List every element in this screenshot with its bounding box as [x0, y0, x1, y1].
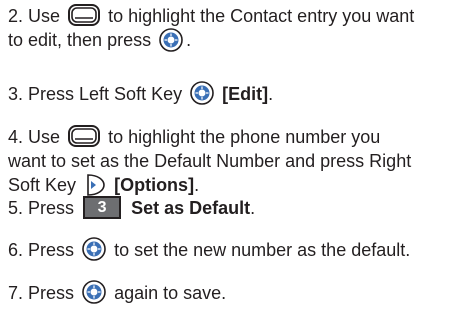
step-4: 4. Use to highlight the phone number you…	[8, 125, 447, 199]
navigation-key-icon	[68, 4, 101, 27]
step-3-text-2: .	[268, 84, 274, 104]
step-4-text-5: .	[194, 175, 200, 196]
number-3-key-icon: 3	[83, 195, 122, 219]
step-5-text-1: 5. Press	[8, 198, 75, 218]
step-4-text-2: to highlight the phone number you	[108, 127, 381, 147]
step-4-text-4: Soft Key	[8, 175, 77, 196]
ok-key-icon	[82, 280, 106, 305]
step-7-text-1: 7. Press	[8, 283, 75, 303]
ok-key-icon	[190, 81, 214, 106]
step-5: 5. Press 3 Set as Default.	[8, 195, 447, 221]
step-5-set-default-label: Set as Default	[131, 198, 251, 218]
navigation-key-icon	[68, 125, 101, 148]
step-5-text-2: .	[250, 198, 256, 218]
step-4-text-3: want to set as the Default Number and pr…	[8, 151, 412, 172]
step-6-text-1: 6. Press	[8, 240, 75, 260]
step-4-text-1: 4. Use	[8, 127, 61, 147]
step-2-text-3: to edit, then press	[8, 30, 152, 51]
step-4-options-label: [Options]	[114, 175, 195, 196]
step-7: 7. Press again to save.	[8, 280, 447, 306]
step-6-text-2: to set the new number as the default.	[114, 240, 411, 260]
step-6: 6. Press to set the new number as the de…	[8, 237, 447, 263]
step-2: 2. Use to highlight the Contact entry yo…	[8, 4, 447, 54]
step-2-text-1: 2. Use	[8, 6, 61, 26]
step-3: 3. Press Left Soft Key [Edit].	[8, 81, 447, 107]
manual-page: 2. Use to highlight the Contact entry yo…	[0, 0, 453, 334]
step-3-text-1: 3. Press Left Soft Key	[8, 84, 183, 104]
step-2-text-2: to highlight the Contact entry you want	[108, 6, 415, 26]
step-7-text-2: again to save.	[114, 283, 227, 303]
step-2-text-4: .	[186, 30, 192, 51]
right-soft-key-icon	[87, 173, 105, 196]
ok-key-icon	[159, 27, 183, 52]
step-3-edit-label: [Edit]	[222, 84, 269, 104]
ok-key-icon	[82, 237, 106, 262]
